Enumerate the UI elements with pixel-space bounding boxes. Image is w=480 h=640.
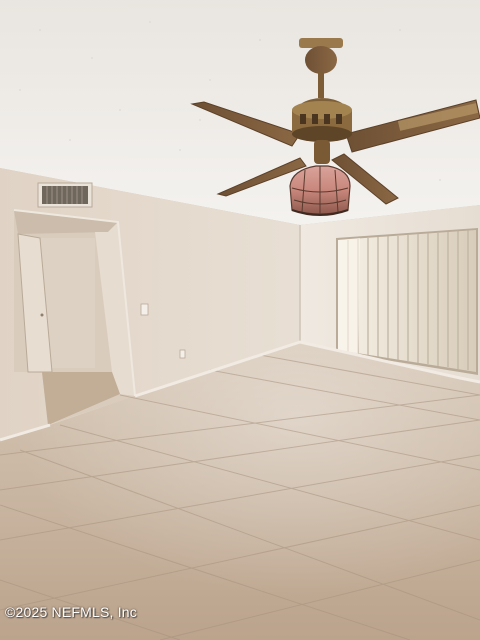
light-switch-plate	[140, 303, 149, 316]
wall-outlet	[179, 349, 186, 359]
vertical-blinds	[336, 228, 478, 375]
copyright-watermark: ©2025 NEFMLS, Inc	[5, 604, 137, 620]
room-illustration	[0, 0, 480, 640]
room-photo: ©2025 NEFMLS, Inc	[0, 0, 480, 640]
hvac-vent	[37, 182, 93, 208]
